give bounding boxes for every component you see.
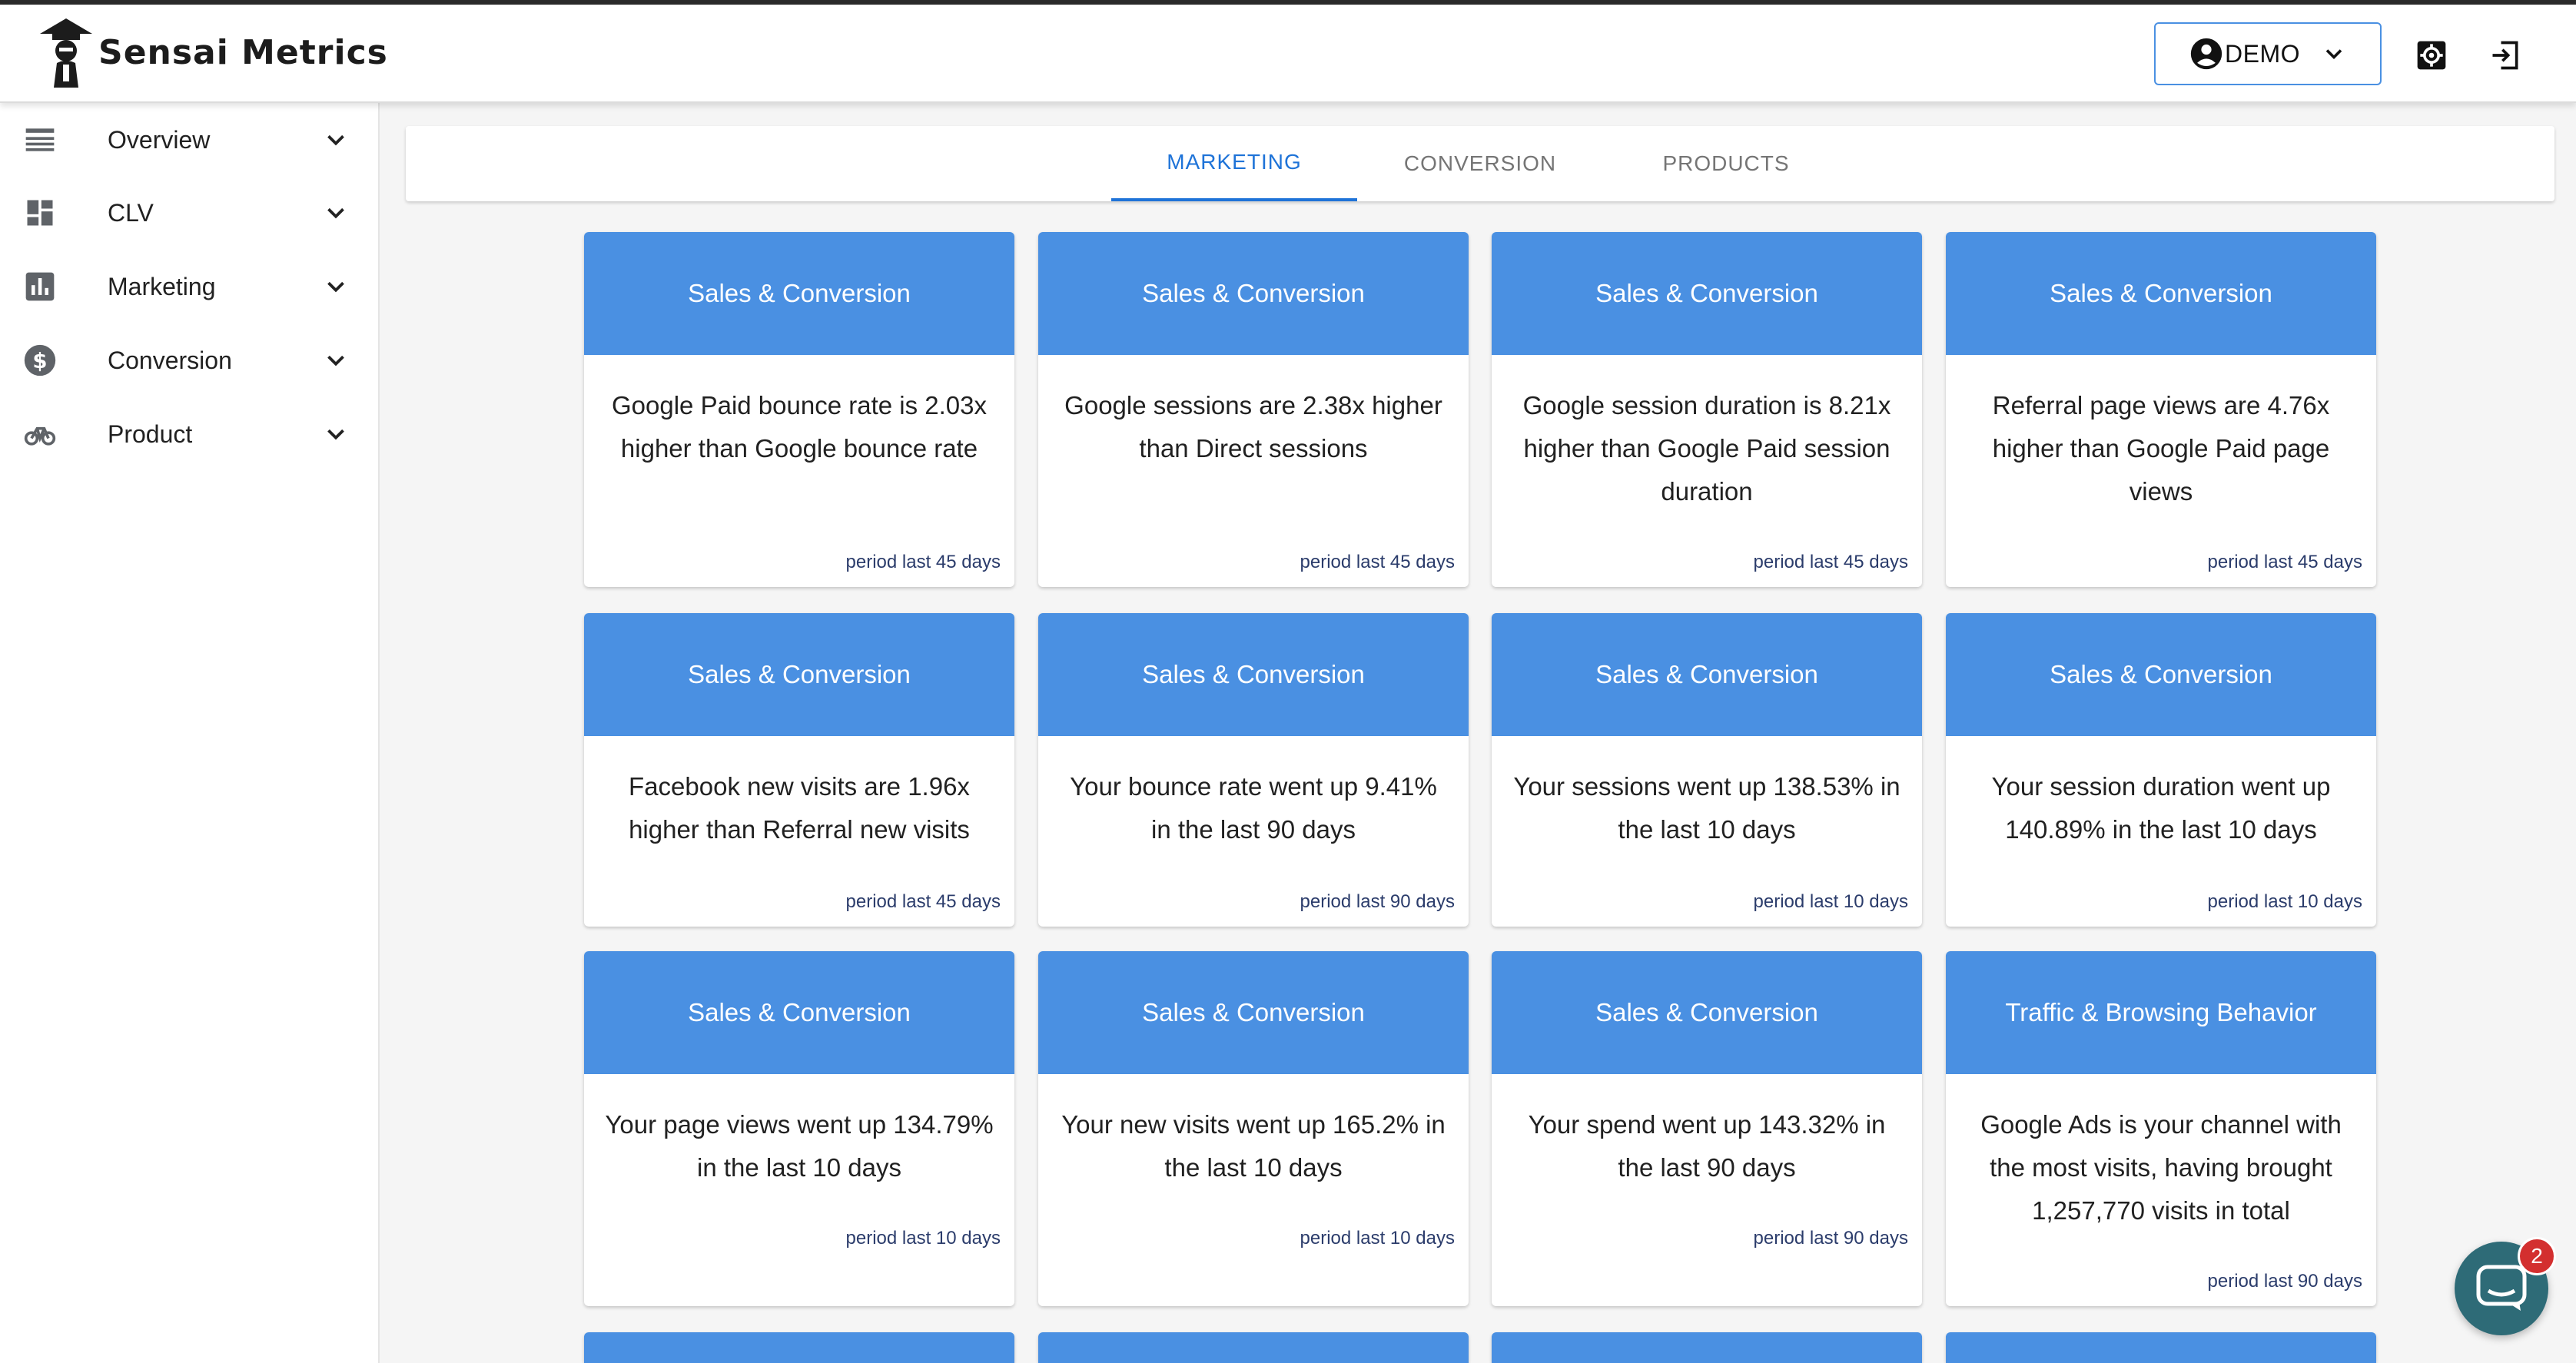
bike-icon bbox=[24, 426, 56, 446]
card-period: period last 45 days bbox=[1753, 552, 1908, 572]
card-category: Sales & Conversion bbox=[1946, 613, 2376, 736]
insight-card-partial[interactable] bbox=[1492, 1332, 1922, 1363]
sidebar-item-clv[interactable]: CLV bbox=[0, 178, 380, 247]
sidebar-item-marketing[interactable]: Marketing bbox=[0, 252, 380, 321]
card-category: Sales & Conversion bbox=[584, 951, 1014, 1074]
insight-card[interactable]: Sales & Conversion Facebook new visits a… bbox=[584, 613, 1014, 927]
sidebar-item-label: Marketing bbox=[108, 272, 216, 300]
sidebar-item-conversion[interactable]: $ Conversion bbox=[0, 326, 380, 395]
card-period: period last 90 days bbox=[1300, 891, 1455, 912]
user-menu-label: DEMO bbox=[2225, 39, 2300, 68]
card-period: period last 45 days bbox=[845, 891, 1001, 912]
card-text: Your sessions went up 138.53% in the las… bbox=[1513, 772, 1900, 844]
sidebar-item-label: Product bbox=[108, 420, 193, 448]
card-category: Sales & Conversion bbox=[1492, 951, 1922, 1074]
card-text: Google session duration is 8.21x higher … bbox=[1522, 391, 1891, 506]
tab-conversion[interactable]: CONVERSION bbox=[1357, 126, 1603, 201]
chevron-down-icon bbox=[327, 355, 344, 366]
insight-card[interactable]: Sales & Conversion Referral page views a… bbox=[1946, 232, 2376, 587]
sidebar-item-label: Conversion bbox=[108, 346, 232, 374]
card-category: Sales & Conversion bbox=[1492, 613, 1922, 736]
account-circle-icon bbox=[2190, 38, 2222, 70]
chevron-down-icon bbox=[2325, 49, 2342, 60]
bar-chart-icon bbox=[25, 272, 55, 301]
card-category: Sales & Conversion bbox=[584, 232, 1014, 355]
chat-unread-badge: 2 bbox=[2518, 1237, 2556, 1275]
chevron-down-icon bbox=[327, 207, 344, 219]
card-category: Sales & Conversion bbox=[1038, 232, 1469, 355]
card-category-partial bbox=[1946, 1332, 2376, 1363]
card-text: Your page views went up 134.79% in the l… bbox=[605, 1110, 994, 1182]
chat-icon bbox=[2476, 1265, 2527, 1311]
insight-card-partial[interactable] bbox=[1946, 1332, 2376, 1363]
card-category-partial bbox=[584, 1332, 1014, 1363]
svg-text:$: $ bbox=[32, 349, 47, 373]
insight-card[interactable]: Sales & Conversion Your bounce rate went… bbox=[1038, 613, 1469, 927]
insight-tabs: MARKETING CONVERSION PRODUCTS bbox=[406, 126, 2554, 201]
card-category: Sales & Conversion bbox=[1492, 232, 1922, 355]
insight-card-partial[interactable] bbox=[1038, 1332, 1469, 1363]
card-period: period last 45 days bbox=[2207, 552, 2362, 572]
card-period: period last 90 days bbox=[1753, 1228, 1908, 1249]
insight-card[interactable]: Sales & Conversion Google Paid bounce ra… bbox=[584, 232, 1014, 587]
card-category-partial bbox=[1038, 1332, 1469, 1363]
card-category: Sales & Conversion bbox=[1946, 232, 2376, 355]
insight-card-partial[interactable] bbox=[584, 1332, 1014, 1363]
chevron-down-icon bbox=[327, 429, 344, 440]
insight-card[interactable]: Sales & Conversion Google session durati… bbox=[1492, 232, 1922, 587]
card-text: Your new visits went up 165.2% in the la… bbox=[1061, 1110, 1446, 1182]
tab-products[interactable]: PRODUCTS bbox=[1603, 126, 1849, 201]
card-period: period last 90 days bbox=[2207, 1271, 2362, 1292]
user-menu-button[interactable]: DEMO bbox=[2154, 22, 2382, 85]
sensai-logo-icon bbox=[40, 18, 92, 88]
insight-card[interactable]: Sales & Conversion Your page views went … bbox=[584, 951, 1014, 1306]
card-period: period last 10 days bbox=[1753, 891, 1908, 912]
card-text: Your bounce rate went up 9.41% in the la… bbox=[1070, 772, 1437, 844]
logout-icon[interactable] bbox=[2488, 38, 2522, 72]
chevron-down-icon bbox=[327, 281, 344, 293]
insight-card[interactable]: Sales & Conversion Your spend went up 14… bbox=[1492, 951, 1922, 1306]
sidebar-item-overview[interactable]: Overview bbox=[0, 105, 380, 174]
card-text: Google sessions are 2.38x higher than Di… bbox=[1064, 391, 1442, 463]
sidebar-item-label: CLV bbox=[108, 198, 154, 227]
card-period: period last 45 days bbox=[1300, 552, 1455, 572]
card-category: Sales & Conversion bbox=[584, 613, 1014, 736]
tab-marketing[interactable]: MARKETING bbox=[1111, 126, 1357, 201]
card-category: Sales & Conversion bbox=[1038, 951, 1469, 1074]
sidebar-item-product[interactable]: Product bbox=[0, 400, 380, 469]
card-category-partial bbox=[1492, 1332, 1922, 1363]
dollar-icon: $ bbox=[24, 344, 56, 376]
card-period: period last 10 days bbox=[845, 1228, 1001, 1249]
card-period: period last 10 days bbox=[1300, 1228, 1455, 1249]
card-text: Google Ads is your channel with the most… bbox=[1980, 1110, 2342, 1225]
chevron-down-icon bbox=[327, 134, 344, 146]
app-name: Sensai Metrics bbox=[98, 32, 388, 72]
sidebar-item-label: Overview bbox=[108, 125, 211, 154]
card-period: period last 10 days bbox=[2207, 891, 2362, 912]
card-category: Sales & Conversion bbox=[1038, 613, 1469, 736]
insight-card[interactable]: Sales & Conversion Google sessions are 2… bbox=[1038, 232, 1469, 587]
insight-card[interactable]: Traffic & Browsing Behavior Google Ads i… bbox=[1946, 951, 2376, 1306]
card-period: period last 45 days bbox=[845, 552, 1001, 572]
insight-card[interactable]: Sales & Conversion Your session duration… bbox=[1946, 613, 2376, 927]
card-text: Referral page views are 4.76x higher tha… bbox=[1992, 391, 2330, 506]
card-text: Facebook new visits are 1.96x higher tha… bbox=[629, 772, 970, 844]
app-logo[interactable]: Sensai Metrics bbox=[38, 17, 388, 88]
dashboard-icon bbox=[27, 200, 53, 226]
insight-card[interactable]: Sales & Conversion Your new visits went … bbox=[1038, 951, 1469, 1306]
table-rows-icon bbox=[25, 128, 55, 151]
card-text: Google Paid bounce rate is 2.03x higher … bbox=[612, 391, 987, 463]
card-text: Your spend went up 143.32% in the last 9… bbox=[1528, 1110, 1886, 1182]
settings-icon[interactable] bbox=[2415, 38, 2448, 72]
card-category: Traffic & Browsing Behavior bbox=[1946, 951, 2376, 1074]
app-header: Sensai Metrics DEMO bbox=[0, 5, 2576, 103]
insight-card[interactable]: Sales & Conversion Your sessions went up… bbox=[1492, 613, 1922, 927]
card-text: Your session duration went up 140.89% in… bbox=[1991, 772, 2331, 844]
